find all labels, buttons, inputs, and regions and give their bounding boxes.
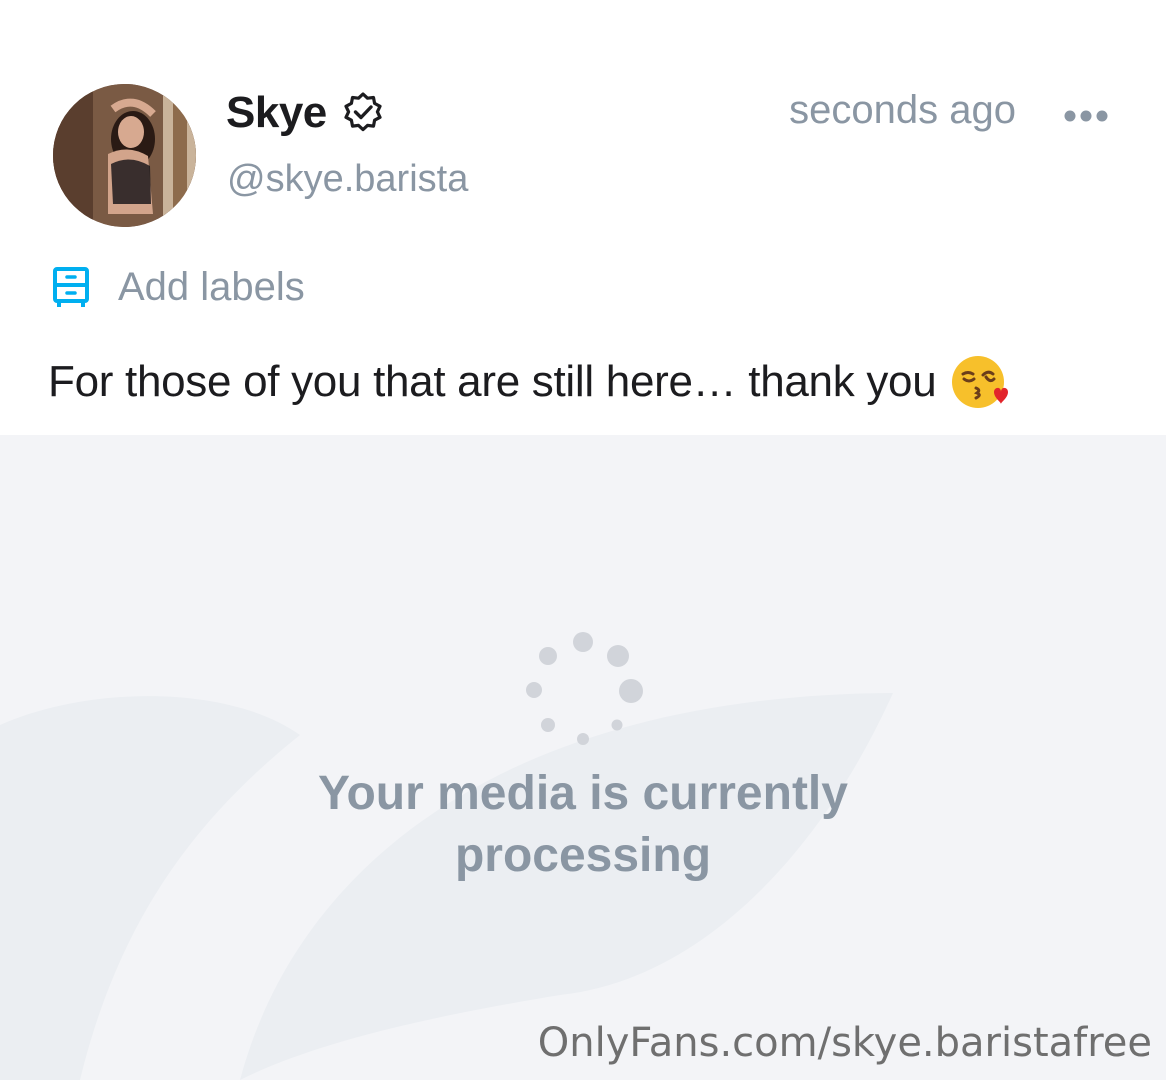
more-dots-icon xyxy=(1064,110,1108,122)
avatar[interactable] xyxy=(53,84,196,227)
label-drawer-icon xyxy=(53,267,89,307)
loading-spinner-icon xyxy=(526,632,643,745)
author-name-row: Skye xyxy=(226,86,385,140)
media-placeholder[interactable]: Your media is currently processing OnlyF… xyxy=(0,435,1166,1080)
post-text: For those of you that are still here… th… xyxy=(48,357,937,406)
post-body: For those of you that are still here… th… xyxy=(48,352,1010,412)
media-background-shape xyxy=(0,693,893,1080)
avatar-image xyxy=(53,84,196,227)
post-timestamp[interactable]: seconds ago xyxy=(789,88,1016,133)
verified-badge-icon xyxy=(344,92,382,132)
add-labels-button[interactable]: Add labels xyxy=(52,262,305,312)
watermark: OnlyFans.com/skye.baristafree xyxy=(537,1020,1152,1066)
add-labels-label: Add labels xyxy=(118,264,305,309)
more-options-button[interactable] xyxy=(1060,96,1120,136)
kissing-heart-emoji-icon xyxy=(952,356,1009,408)
author-name[interactable]: Skye xyxy=(226,88,327,138)
post-card: Skye @skye.barista seconds ago Add label… xyxy=(0,0,1166,1080)
author-handle[interactable]: @skye.barista xyxy=(227,158,468,201)
media-processing-message: Your media is currently processing xyxy=(318,767,848,882)
